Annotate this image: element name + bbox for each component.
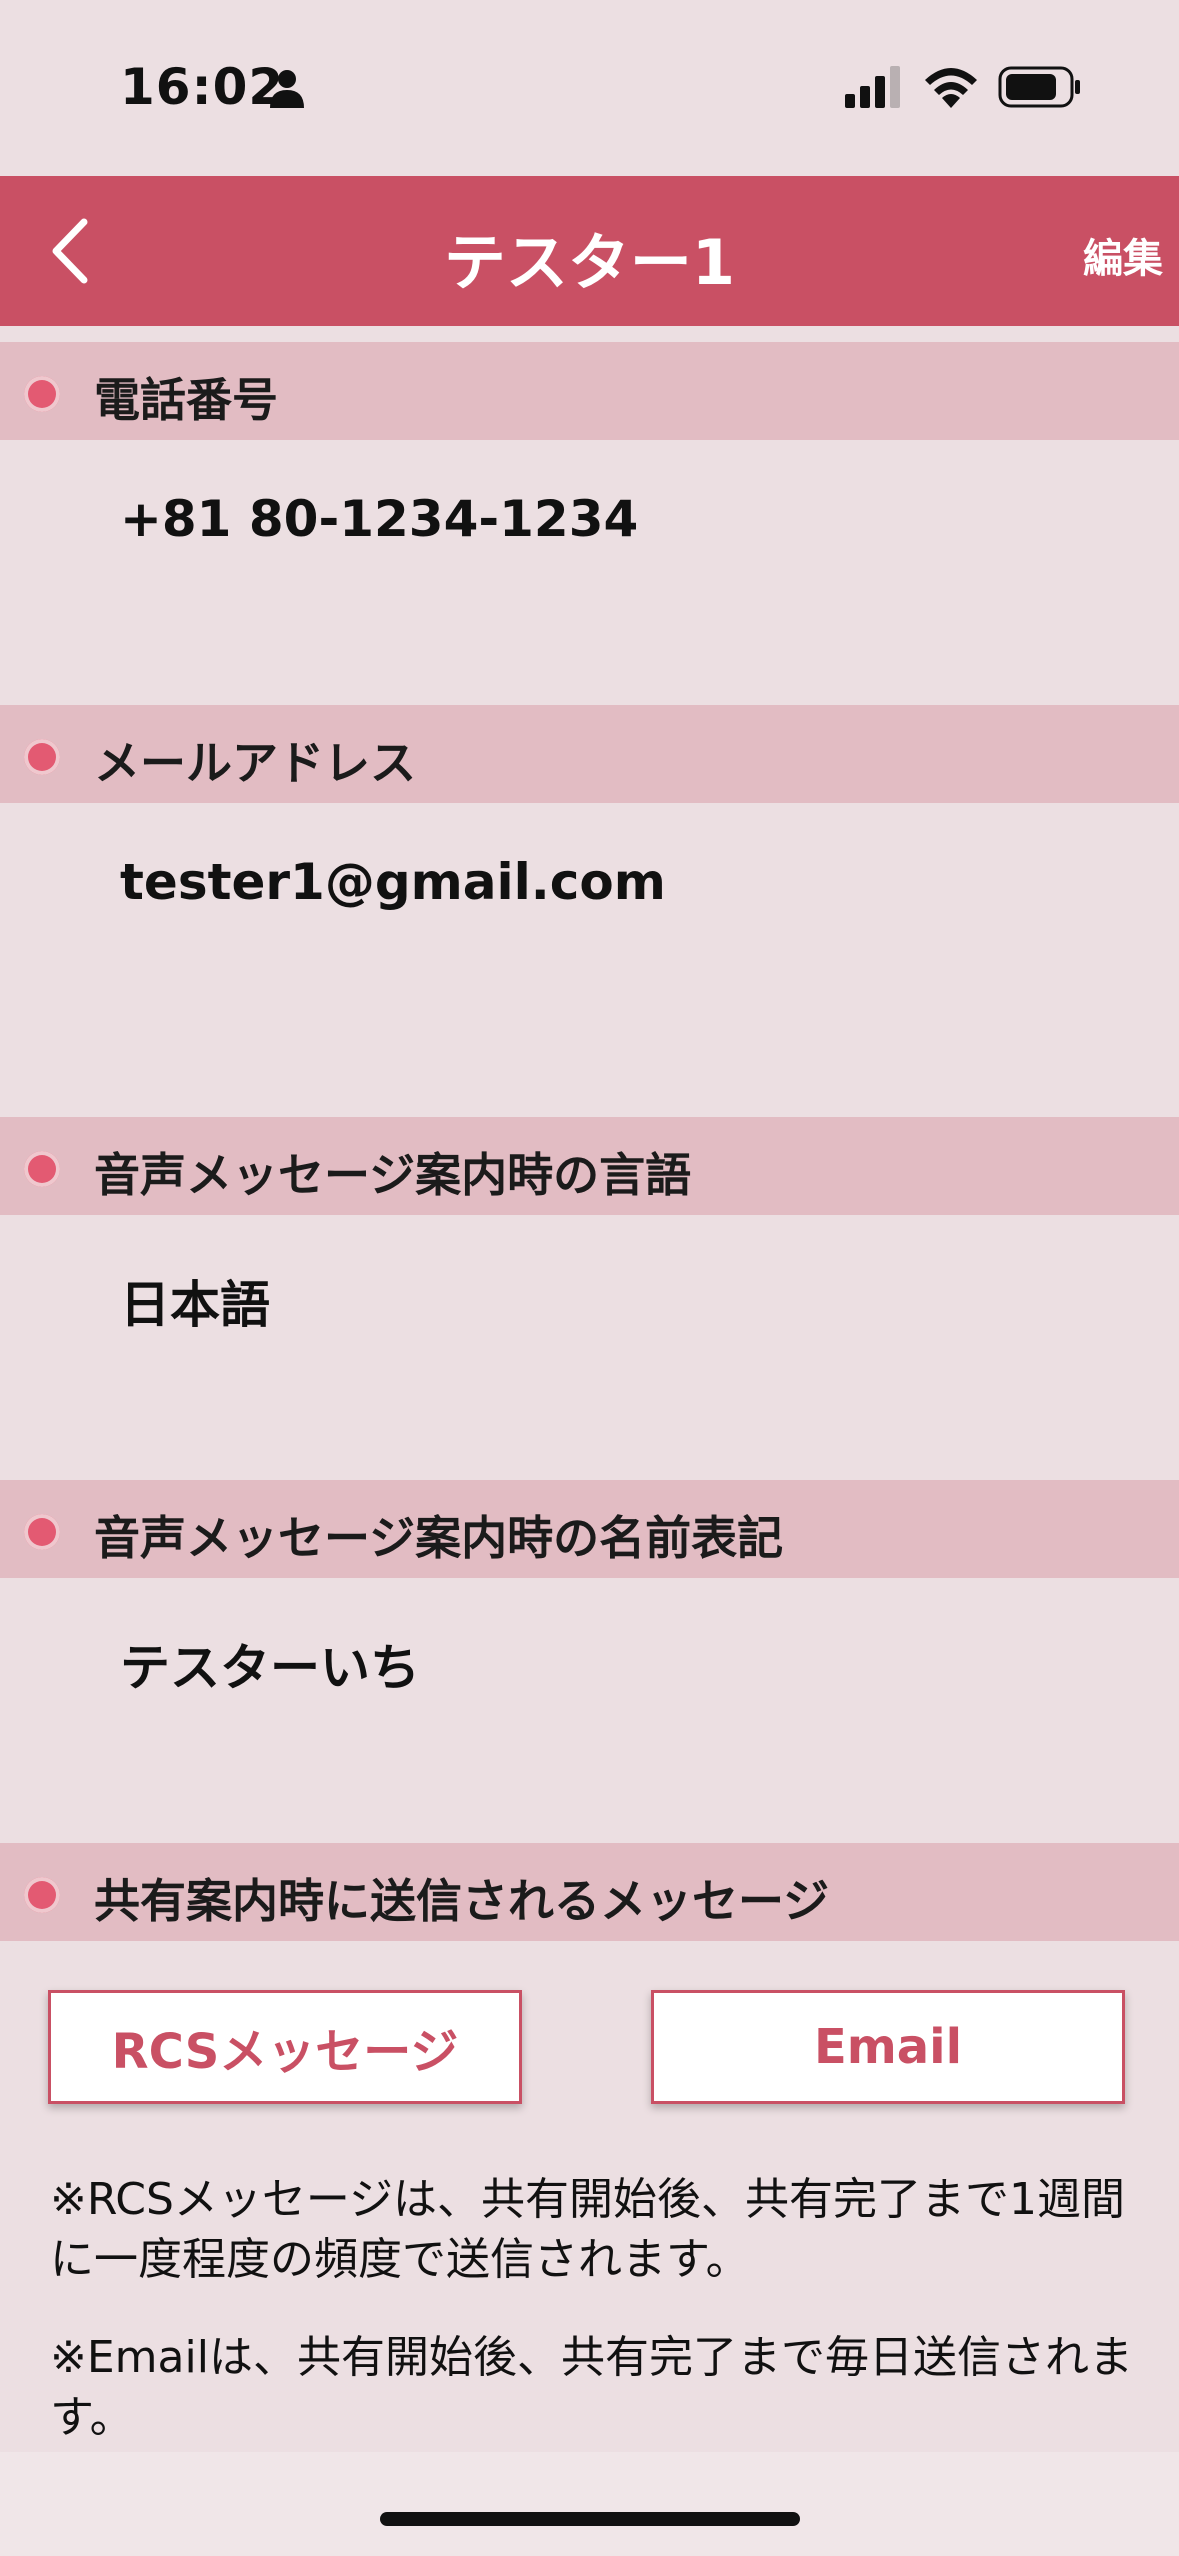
section-label: 電話番号: [94, 373, 278, 427]
status-bar: 16:02: [0, 0, 1179, 176]
bullet-dot-icon: [24, 739, 60, 775]
wifi-icon: [925, 68, 977, 108]
edit-button[interactable]: 編集: [1083, 226, 1163, 284]
section-header-phone: 電話番号: [0, 342, 1179, 440]
email-note: ※Emailは、共有開始後、共有完了まで毎日送信されます。: [50, 2332, 1133, 2443]
section-header-email: メールアドレス: [0, 705, 1179, 803]
divider: [0, 326, 1179, 342]
section-header-language: 音声メッセージ案内時の言語: [0, 1117, 1179, 1215]
rcs-note: ※RCSメッセージは、共有開始後、共有完了まで1週間に一度程度の頻度で送信されま…: [50, 2174, 1126, 2285]
status-time: 16:02: [120, 58, 285, 116]
battery-icon: [998, 66, 1080, 108]
bullet-dot-icon: [24, 376, 60, 412]
email-value: tester1@gmail.com: [120, 853, 666, 911]
email-message-button[interactable]: Email: [651, 1990, 1125, 2104]
language-value: 日本語: [120, 1276, 270, 1334]
rcs-message-button[interactable]: RCSメッセージ: [48, 1990, 522, 2104]
cellular-signal-icon: [845, 66, 900, 108]
home-indicator[interactable]: [380, 2512, 800, 2526]
section-label: 音声メッセージ案内時の名前表記: [94, 1511, 784, 1565]
section-label: メールアドレス: [94, 736, 416, 790]
name-reading-value: テスターいち: [120, 1639, 420, 1697]
phone-number-value: +81 80-1234-1234: [120, 490, 639, 548]
bullet-dot-icon: [24, 1514, 60, 1550]
bullet-dot-icon: [24, 1151, 60, 1187]
section-header-share-message: 共有案内時に送信されるメッセージ: [0, 1843, 1179, 1941]
navigation-bar: テスター1 編集: [0, 176, 1179, 326]
bottom-area: [0, 2452, 1179, 2556]
bullet-dot-icon: [24, 1877, 60, 1913]
section-label: 共有案内時に送信されるメッセージ: [94, 1874, 830, 1928]
section-header-name-reading: 音声メッセージ案内時の名前表記: [0, 1480, 1179, 1578]
section-label: 音声メッセージ案内時の言語: [94, 1148, 692, 1202]
page-title: テスター1: [443, 226, 736, 299]
person-icon: [270, 70, 304, 108]
